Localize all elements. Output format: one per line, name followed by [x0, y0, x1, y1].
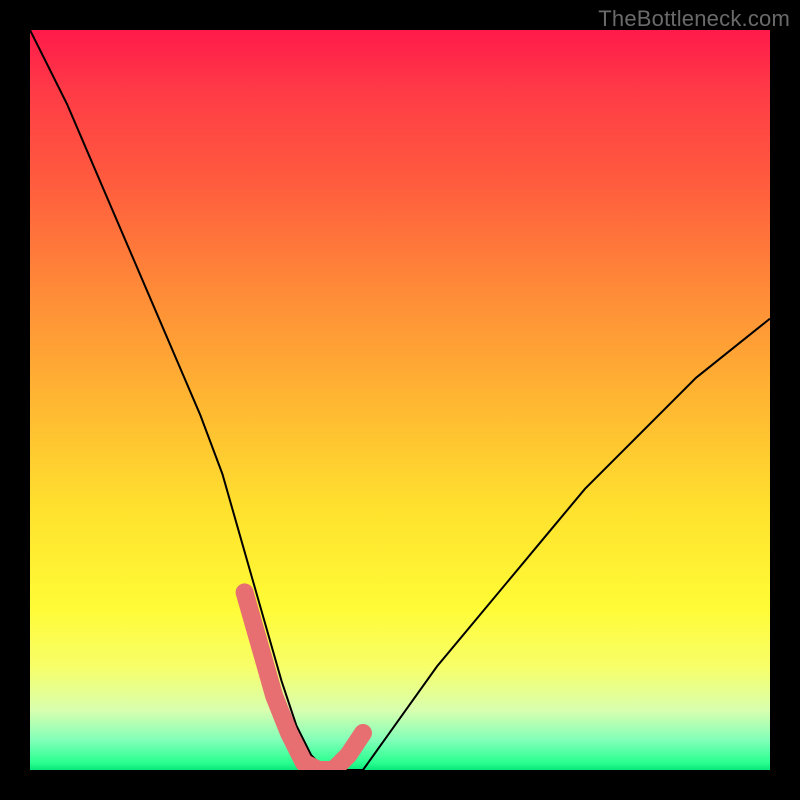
bottleneck-curve: [30, 30, 770, 770]
optimal-range-highlight: [245, 592, 363, 770]
watermark-text: TheBottleneck.com: [598, 6, 790, 32]
chart-plot-area: [30, 30, 770, 770]
chart-svg: [30, 30, 770, 770]
